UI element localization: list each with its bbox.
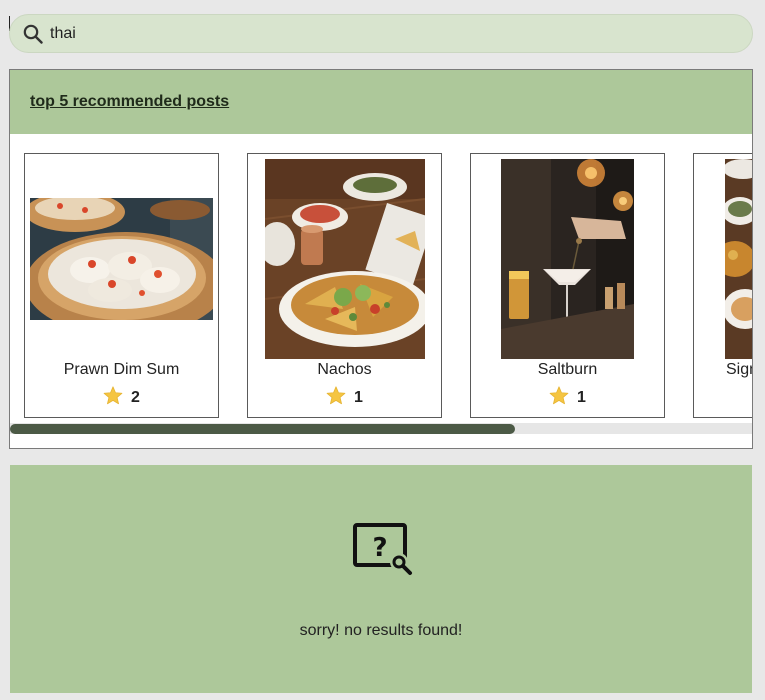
search-input[interactable] <box>50 24 650 43</box>
post-card[interactable]: Prawn Dim Sum 2 <box>24 153 219 418</box>
recommended-title-link[interactable]: top 5 recommended posts <box>30 93 229 111</box>
recommended-posts-panel: top 5 recommended posts Prawn Dim Sum 2 … <box>9 69 753 449</box>
post-card[interactable]: Nachos 1 <box>247 153 442 418</box>
post-card[interactable]: Signature <box>693 153 752 418</box>
post-card-name: Prawn Dim Sum <box>63 361 180 378</box>
post-card-rating: 1 <box>248 386 441 410</box>
post-card-name: Nachos <box>317 361 372 378</box>
post-card-rating: 2 <box>25 386 218 410</box>
star-icon <box>326 386 346 410</box>
dim-sum-photo <box>30 198 213 320</box>
cards-carousel[interactable]: Prawn Dim Sum 2 Nachos 1 Saltburn 1 Sig <box>10 134 752 434</box>
star-icon <box>103 386 123 410</box>
rating-value: 1 <box>354 389 363 406</box>
rating-value: 1 <box>577 389 586 406</box>
dish-photo <box>725 159 752 359</box>
star-icon <box>549 386 569 410</box>
post-card-name: Signature <box>726 361 752 378</box>
post-card[interactable]: Saltburn 1 <box>470 153 665 418</box>
search-icon[interactable] <box>23 24 43 44</box>
svg-text:?: ? <box>372 533 387 563</box>
no-results-message: sorry! no results found! <box>299 622 463 639</box>
question-search-icon: ? <box>352 522 418 583</box>
post-card-rating: 1 <box>471 386 664 410</box>
cocktail-photo <box>501 159 634 359</box>
search-bar[interactable] <box>9 14 753 53</box>
recommended-header: top 5 recommended posts <box>10 70 752 134</box>
carousel-scrollbar[interactable] <box>10 423 752 434</box>
no-results-panel: ? sorry! no results found! <box>10 465 752 693</box>
post-card-name: Saltburn <box>537 361 598 378</box>
nachos-photo <box>265 159 425 359</box>
carousel-scroll-thumb[interactable] <box>10 424 515 434</box>
rating-value: 2 <box>131 389 140 406</box>
